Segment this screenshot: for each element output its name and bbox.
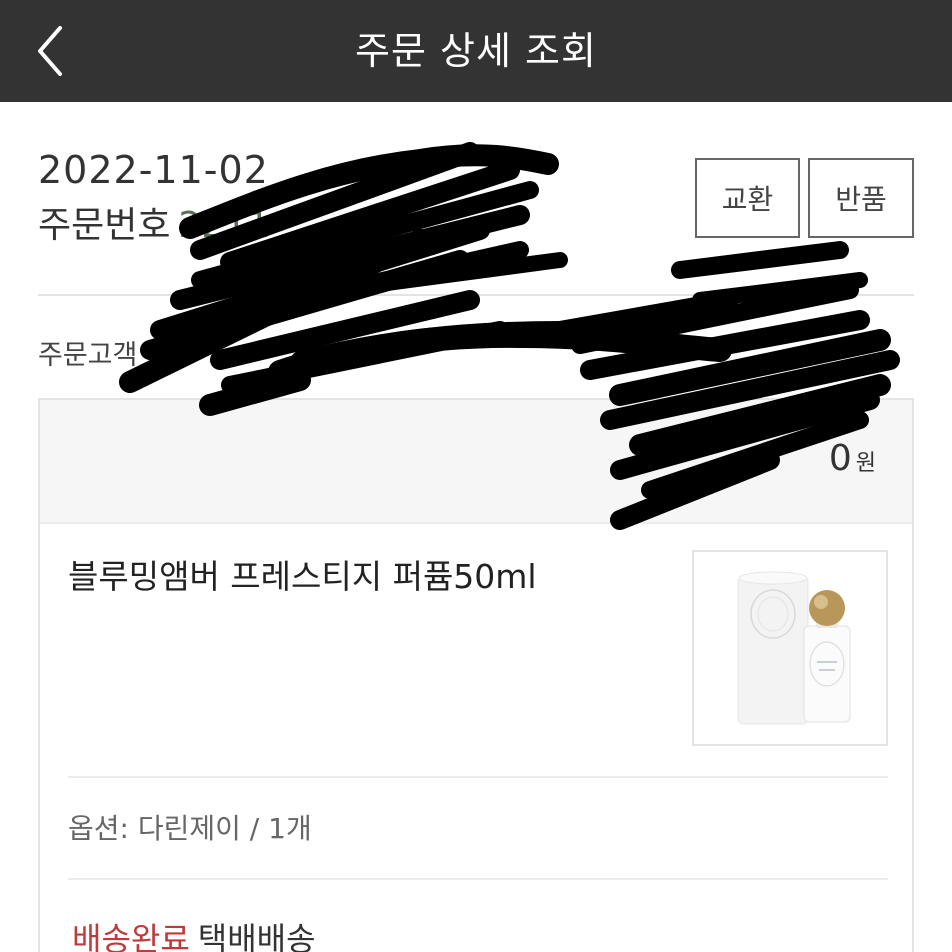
- delivery-status-text: 배송완료: [72, 920, 190, 952]
- divider: [68, 878, 888, 880]
- return-button[interactable]: 반품: [808, 158, 914, 238]
- divider: [38, 294, 914, 296]
- order-number-value: 2211: [178, 205, 271, 246]
- order-date: 2022-11-02: [38, 148, 269, 192]
- price-summary: 0원: [40, 400, 912, 524]
- order-item-card: 0원 블루밍앰버 프레스티지 퍼퓸50ml 옵션: 다린제이 / 1개 배송완료…: [38, 398, 914, 952]
- total-price: 0원: [829, 438, 876, 479]
- top-bar: 주문 상세 조회: [0, 0, 952, 102]
- divider: [68, 776, 888, 778]
- perfume-bottle-image: [694, 552, 886, 744]
- customer-label: 주문고객 :: [38, 340, 156, 371]
- product-name[interactable]: 블루밍앰버 프레스티지 퍼퓸50ml: [68, 550, 537, 598]
- exchange-button[interactable]: 교환: [695, 158, 800, 238]
- product-option: 옵션: 다린제이 / 1개: [68, 812, 312, 845]
- delivery-status: 배송완료 택배배송: [72, 914, 316, 952]
- order-number-label: 주문번호: [38, 205, 171, 246]
- order-number: 주문번호 2211: [38, 196, 270, 248]
- product-thumbnail[interactable]: [692, 550, 888, 746]
- price-unit: 원: [855, 451, 876, 476]
- page-title: 주문 상세 조회: [355, 29, 597, 73]
- price-value: 0: [828, 438, 852, 479]
- delivery-method: 택배배송: [197, 920, 316, 952]
